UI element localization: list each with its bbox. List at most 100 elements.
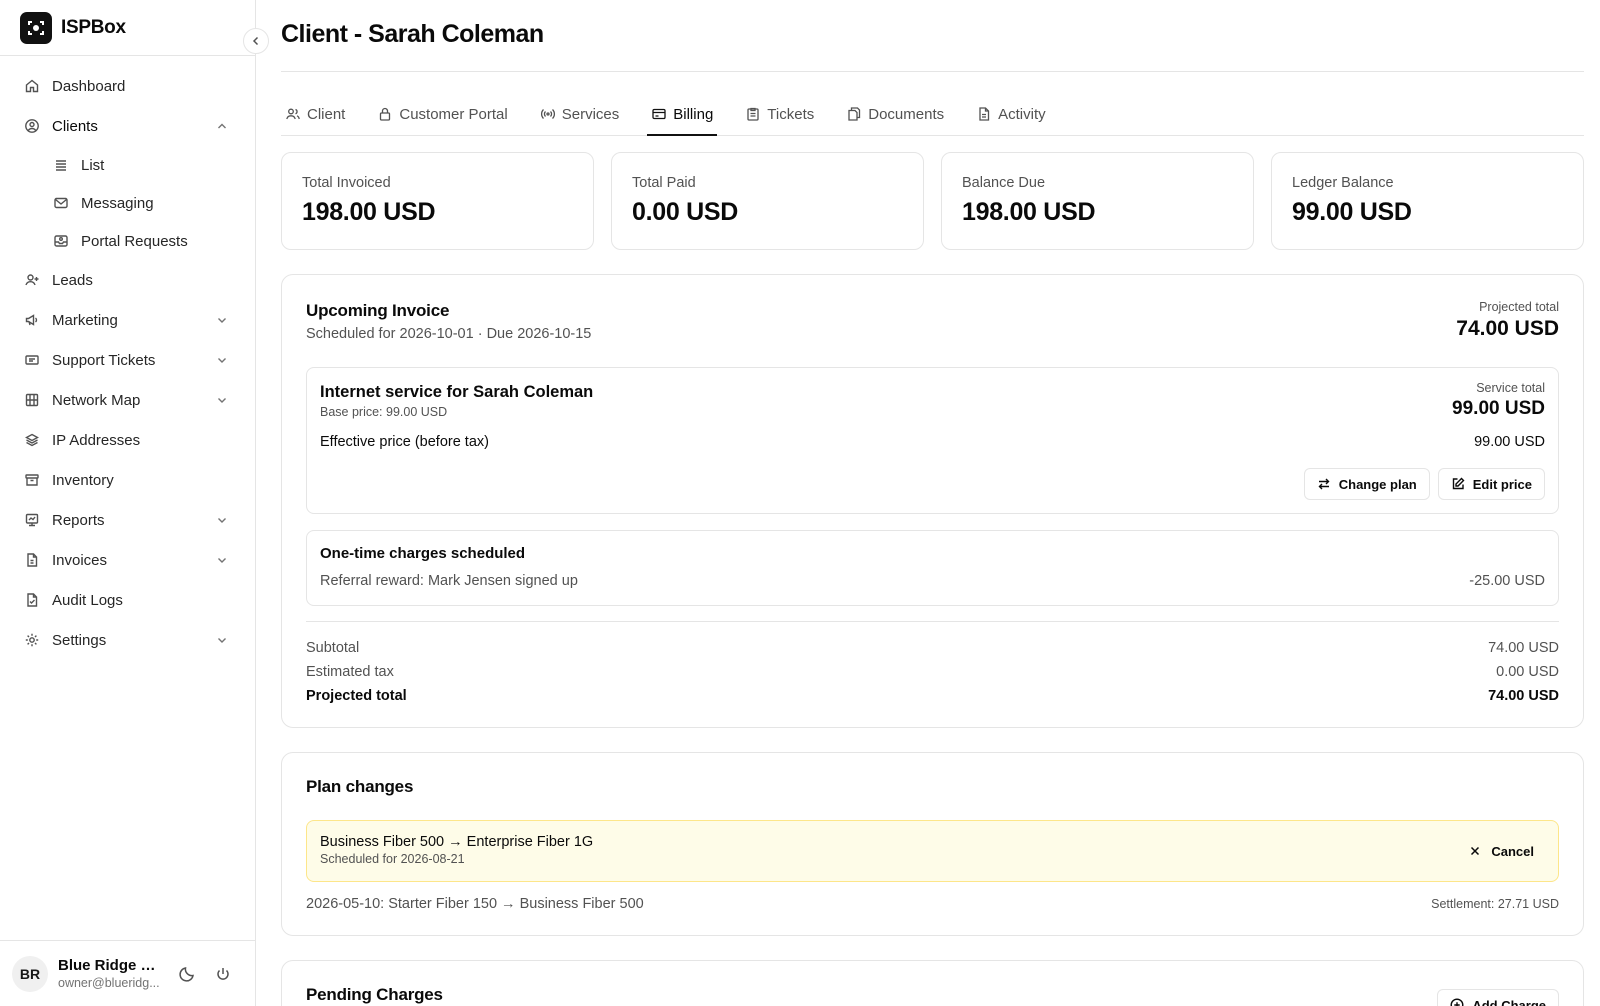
service-total-label: Service total [1476,381,1545,395]
chevron-down-icon [218,398,226,403]
mail-icon [53,195,69,211]
chevron-down-icon [218,558,226,563]
projected-total-row: Projected total 74.00 USD [306,684,1559,708]
logout-button[interactable] [211,962,235,986]
sidebar-item-audit-logs[interactable]: Audit Logs [0,580,255,620]
edit-icon [1451,477,1465,491]
tab-tickets[interactable]: Tickets [741,93,818,135]
sidebar-item-label: Messaging [81,194,154,212]
sidebar-item-label: Reports [52,511,105,529]
file-check-icon [24,592,40,608]
sidebar-item-ip-addresses[interactable]: IP Addresses [0,420,255,460]
stat-total-invoiced: Total Invoiced 198.00 USD [281,152,594,250]
stat-label: Ledger Balance [1292,175,1394,191]
cancel-plan-change-button[interactable]: Cancel [1456,835,1546,867]
effective-price-value: 99.00 USD [1474,434,1545,450]
theme-toggle-button[interactable] [175,962,199,986]
tab-label: Documents [868,105,945,123]
sidebar-item-marketing[interactable]: Marketing [0,300,255,340]
sidebar-item-label: Leads [52,271,93,289]
tab-billing[interactable]: Billing [647,93,718,136]
sidebar-item-network-map[interactable]: Network Map [0,380,255,420]
app-name: ISPBox [61,16,126,38]
avatar[interactable]: BR [12,955,48,992]
user-footer: BR Blue Ridge O... owner@blueridg... [0,940,255,1006]
effective-price-label: Effective price (before tax) [320,434,489,450]
brand[interactable]: ISPBox [0,0,255,56]
edit-price-button[interactable]: Edit price [1437,468,1545,500]
power-icon [217,967,229,980]
sidebar-item-dashboard[interactable]: Dashboard [0,66,255,106]
service-actions: Change plan Edit price [1303,468,1545,500]
upcoming-invoice-schedule: Scheduled for 2026-10-01 · Due 2026-10-1… [306,326,592,342]
list-icon [53,157,69,173]
chevron-down-icon [218,318,226,323]
add-charge-button[interactable]: Add Charge [1437,989,1559,1006]
sidebar-item-invoices[interactable]: Invoices [0,540,255,580]
projected-total-label: Projected total [1479,300,1559,314]
app-logo-icon [20,11,52,44]
tab-label: Client [307,105,346,123]
tab-client[interactable]: Client [281,93,349,135]
subtotal-row: Subtotal 74.00 USD [306,636,1559,660]
invoice-totals: Subtotal 74.00 USD Estimated tax 0.00 US… [306,621,1559,708]
home-icon [24,78,40,94]
layers-icon [24,432,40,448]
collapse-sidebar-button[interactable] [243,28,269,54]
chevron-up-icon [218,123,226,129]
pending-plan-change: Business Fiber 500 → Enterprise Fiber 1G… [306,820,1559,882]
sidebar-item-support-tickets[interactable]: Support Tickets [0,340,255,380]
inbox-icon [53,233,69,249]
sidebar-item-label: Settings [52,631,107,649]
user-info[interactable]: Blue Ridge O... owner@blueridg... [58,957,163,990]
sidebar-item-label: Dashboard [52,77,126,95]
sidebar-item-messaging[interactable]: Messaging [0,184,255,222]
sidebar-item-leads[interactable]: Leads [0,260,255,300]
sidebar-item-clients[interactable]: Clients [0,106,255,146]
pending-plan-change-date: Scheduled for 2026-08-21 [320,852,465,866]
stat-label: Total Paid [632,175,696,191]
sidebar-item-label: IP Addresses [52,431,141,449]
pending-plan-change-title: Business Fiber 500 → Enterprise Fiber 1G [320,834,594,850]
service-base-price: Base price: 99.00 USD [320,405,448,419]
tab-activity[interactable]: Activity [972,93,1050,135]
plan-changes-title: Plan changes [306,777,414,796]
button-label: Change plan [1338,476,1417,492]
sidebar-item-list[interactable]: List [0,146,255,184]
plus-circle-icon [1450,998,1464,1006]
upcoming-invoice-title: Upcoming Invoice [306,301,450,320]
sidebar-item-reports[interactable]: Reports [0,500,255,540]
credit-card-icon [651,106,667,122]
sidebar-item-inventory[interactable]: Inventory [0,460,255,500]
sidebar-item-label: Invoices [52,551,108,569]
stat-ledger-balance: Ledger Balance 99.00 USD [1271,152,1584,250]
chart-icon [24,512,40,528]
effective-price-row: Effective price (before tax) 99.00 USD [320,434,1545,450]
tab-customer-portal[interactable]: Customer Portal [373,93,511,135]
one-time-charges-title: One-time charges scheduled [320,545,526,562]
signal-icon [540,106,556,122]
sidebar-item-label: Marketing [52,311,118,329]
one-time-charges-box: One-time charges scheduled Referral rewa… [306,530,1559,606]
button-label: Add Charge [1472,997,1546,1006]
swap-icon [1317,477,1331,491]
user-email: owner@blueridg... [58,976,160,990]
client-tabs: Client Customer Portal Services Billing … [281,72,1584,136]
tab-services[interactable]: Services [536,93,624,135]
projected-total-value: 74.00 USD [1456,317,1559,340]
pending-charges-card: Pending Charges Add Charge [281,960,1584,1006]
projected-total-row-value: 74.00 USD [1488,688,1559,704]
sidebar: ISPBox Dashboard Clients List Messaging [0,0,269,1006]
tab-documents[interactable]: Documents [842,93,948,135]
page-title: Client - Sarah Coleman [281,0,1584,72]
file-dollar-icon [24,552,40,568]
sidebar-item-label: Clients [52,117,98,135]
sidebar-item-portal-requests[interactable]: Portal Requests [0,222,255,260]
button-label: Cancel [1491,843,1534,859]
sidebar-item-label: Audit Logs [52,591,123,609]
tab-label: Customer Portal [399,105,508,123]
change-plan-button[interactable]: Change plan [1303,468,1430,500]
sidebar-item-settings[interactable]: Settings [0,620,255,660]
megaphone-icon [24,312,40,328]
tab-label: Tickets [767,105,815,123]
